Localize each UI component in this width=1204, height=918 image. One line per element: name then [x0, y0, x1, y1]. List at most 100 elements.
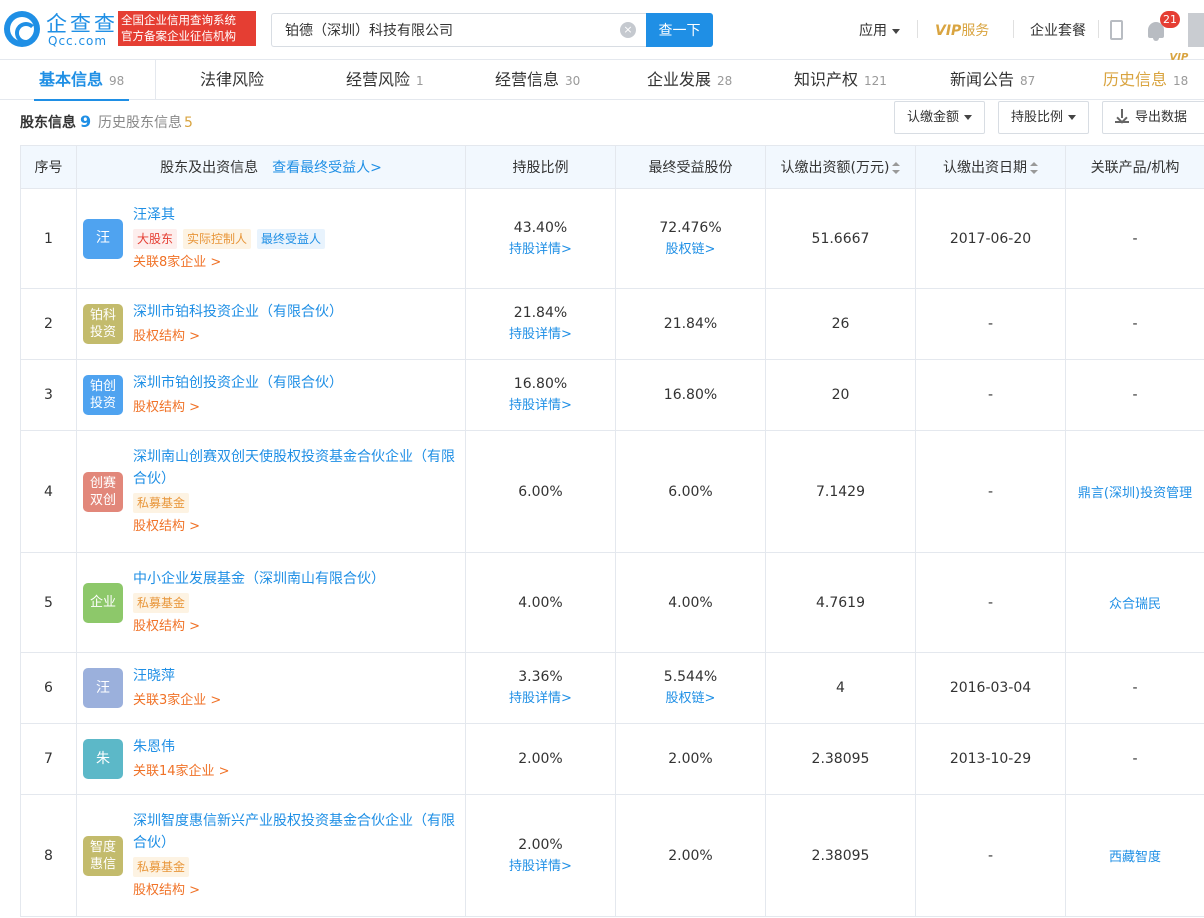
tab-operation-info[interactable]: 经营信息 30	[495, 60, 580, 100]
product-link[interactable]: 众合瑞民	[1109, 597, 1161, 612]
qcc-logo[interactable]: 企查查 Qcc.com	[4, 10, 116, 50]
tab-development[interactable]: 企业发展 28	[647, 60, 732, 100]
product-link[interactable]: 鼎言(深圳)投资管理	[1078, 486, 1192, 501]
section-title-label: 股东信息	[20, 115, 76, 131]
sort-amount-dropdown[interactable]: 认缴金额	[894, 101, 986, 134]
tab-label: 新闻公告	[950, 70, 1015, 89]
tab-history[interactable]: 历史信息 18 VIP	[1103, 53, 1188, 100]
final-share-value: 2.00%	[668, 847, 713, 864]
final-share-value: 16.80%	[663, 387, 718, 403]
amount-cell: 2.38095	[765, 723, 916, 795]
tab-count: 87	[1020, 74, 1036, 88]
holder-tag: 大股东	[133, 228, 178, 249]
sort-icon[interactable]	[1030, 162, 1038, 174]
holder-related-link[interactable]: 股权结构 >	[133, 880, 455, 902]
holder-related-link[interactable]: 关联14家企业 >	[133, 761, 455, 783]
table-row: 7 朱朱恩伟 关联14家企业 > 2.00% 2.00% 2.38095 2013-10-2…	[20, 723, 1204, 795]
holder-cell: 创赛双创 深圳南山创赛双创天使股权投资基金合伙企业（有限合伙） 私募基金股权结构 >	[76, 430, 466, 553]
chevron-down-icon	[1068, 115, 1077, 120]
ratio-cell: 43.40% 持股详情>	[465, 188, 616, 289]
nav-vip-service[interactable]: VIP服务	[935, 20, 989, 40]
final-share-cell: 6.00%	[615, 430, 766, 553]
ratio-cell: 3.36% 持股详情>	[465, 652, 616, 724]
tab-legal-risk[interactable]: 法律风险	[200, 60, 264, 100]
amount-cell: 4	[765, 652, 916, 724]
holder-name-link[interactable]: 汪晓萍	[133, 665, 455, 687]
history-shareholder-link[interactable]: 历史股东信息 5	[98, 112, 193, 132]
col-product: 关联产品/机构	[1065, 145, 1204, 189]
equity-chain-link[interactable]: 股权链>	[616, 688, 765, 710]
date-cell: -	[915, 359, 1066, 431]
col-date[interactable]: 认缴出资日期	[915, 145, 1066, 189]
ratio-value: 2.00%	[518, 751, 563, 767]
date-cell: 2016-03-04	[915, 652, 1066, 724]
ratio-detail-link[interactable]: 持股详情>	[466, 856, 615, 878]
equity-chain-link[interactable]: 股权链>	[616, 239, 765, 261]
holder-logo[interactable]: 汪	[83, 218, 123, 259]
holder-tag: 最终受益人	[257, 228, 326, 249]
tab-count: 121	[864, 74, 887, 88]
holder-name-link[interactable]: 深圳市铂创投资企业（有限合伙）	[133, 372, 455, 394]
ratio-detail-link[interactable]: 持股详情>	[466, 395, 615, 417]
slogan-line-1: 全国企业信用查询系统	[121, 13, 236, 27]
row-index: 7	[20, 723, 77, 795]
ratio-detail-link[interactable]: 持股详情>	[466, 688, 615, 710]
holder-related-link[interactable]: 股权结构 >	[133, 516, 455, 538]
nav-enterprise-package[interactable]: 企业套餐	[1030, 20, 1086, 40]
holder-logo[interactable]: 铂科投资	[83, 304, 123, 344]
product-cell: -	[1065, 288, 1204, 360]
holder-logo[interactable]: 朱	[83, 739, 123, 779]
mobile-phone-icon[interactable]	[1110, 20, 1123, 40]
nav-apps-menu[interactable]: 应用	[859, 20, 900, 40]
product-value: -	[1132, 680, 1138, 696]
chevron-down-icon	[892, 28, 900, 34]
holder-name-link[interactable]: 深圳市铂科投资企业（有限合伙）	[133, 301, 455, 323]
holder-name-link[interactable]: 深圳智度惠信新兴产业股权投资基金合伙企业（有限合伙）	[133, 810, 455, 854]
section-title[interactable]: 股东信息 9	[20, 112, 91, 132]
ratio-detail-link[interactable]: 持股详情>	[466, 239, 615, 261]
tag-group: 私募基金	[133, 492, 455, 513]
nav-divider	[917, 20, 918, 38]
holder-name-link[interactable]: 汪泽其	[133, 204, 455, 226]
holder-logo[interactable]: 企业	[83, 582, 123, 623]
search-input[interactable]	[272, 14, 612, 46]
sort-ratio-dropdown[interactable]: 持股比例	[998, 101, 1090, 134]
search-button[interactable]: 查一下	[646, 13, 713, 47]
view-beneficiary-link[interactable]: 查看最终受益人>	[272, 160, 382, 176]
vip-mark: VIP	[935, 23, 962, 39]
shareholder-section-bar: 股东信息 9 历史股东信息 5 认缴金额 持股比例 导出数据	[0, 100, 1204, 142]
tab-label: 法律风险	[200, 70, 265, 89]
holder-related-link[interactable]: 股权结构 >	[133, 326, 455, 348]
tab-intellectual-property[interactable]: 知识产权 121	[794, 60, 887, 100]
holder-related-link[interactable]: 关联8家企业 >	[133, 252, 455, 274]
avatar[interactable]	[1188, 13, 1204, 47]
tab-news[interactable]: 新闻公告 87	[950, 60, 1035, 100]
clear-icon[interactable]: ×	[620, 22, 636, 38]
tab-label: 经营风险	[346, 70, 411, 89]
col-amount[interactable]: 认缴出资额(万元)	[765, 145, 916, 189]
product-link[interactable]: 西藏智度	[1109, 850, 1161, 865]
holder-related-link[interactable]: 关联3家企业 >	[133, 690, 455, 712]
sort-icon[interactable]	[892, 162, 901, 174]
table-row: 2 铂科投资 深圳市铂科投资企业（有限合伙） 股权结构 >21.84% 持股详情> 21.…	[20, 288, 1204, 360]
holder-name-link[interactable]: 中小企业发展基金（深圳南山有限合伙）	[133, 568, 455, 590]
top-header: 企查查 Qcc.com 全国企业信用查询系统 官方备案企业征信机构 × 查一下 …	[0, 0, 1204, 60]
date-cell: 2017-06-20	[915, 188, 1066, 289]
amount-cell: 20	[765, 359, 916, 431]
holder-logo[interactable]: 汪	[83, 668, 123, 708]
holder-name-link[interactable]: 朱恩伟	[133, 736, 455, 758]
holder-related-link[interactable]: 股权结构 >	[133, 616, 455, 638]
holder-logo[interactable]: 创赛双创	[83, 471, 123, 512]
ratio-detail-link[interactable]: 持股详情>	[466, 324, 615, 346]
amount-cell: 7.1429	[765, 430, 916, 553]
date-cell: -	[915, 794, 1066, 917]
holder-logo[interactable]: 智度惠信	[83, 835, 123, 876]
amount-cell: 26	[765, 288, 916, 360]
holder-related-link[interactable]: 股权结构 >	[133, 397, 455, 419]
ratio-value: 2.00%	[518, 836, 563, 853]
tab-operation-risk[interactable]: 经营风险 1	[346, 60, 424, 100]
tab-basic-info[interactable]: 基本信息 98	[33, 60, 130, 101]
holder-name-link[interactable]: 深圳南山创赛双创天使股权投资基金合伙企业（有限合伙）	[133, 446, 455, 490]
holder-logo[interactable]: 铂创投资	[83, 375, 123, 415]
export-button[interactable]: 导出数据	[1102, 101, 1204, 134]
